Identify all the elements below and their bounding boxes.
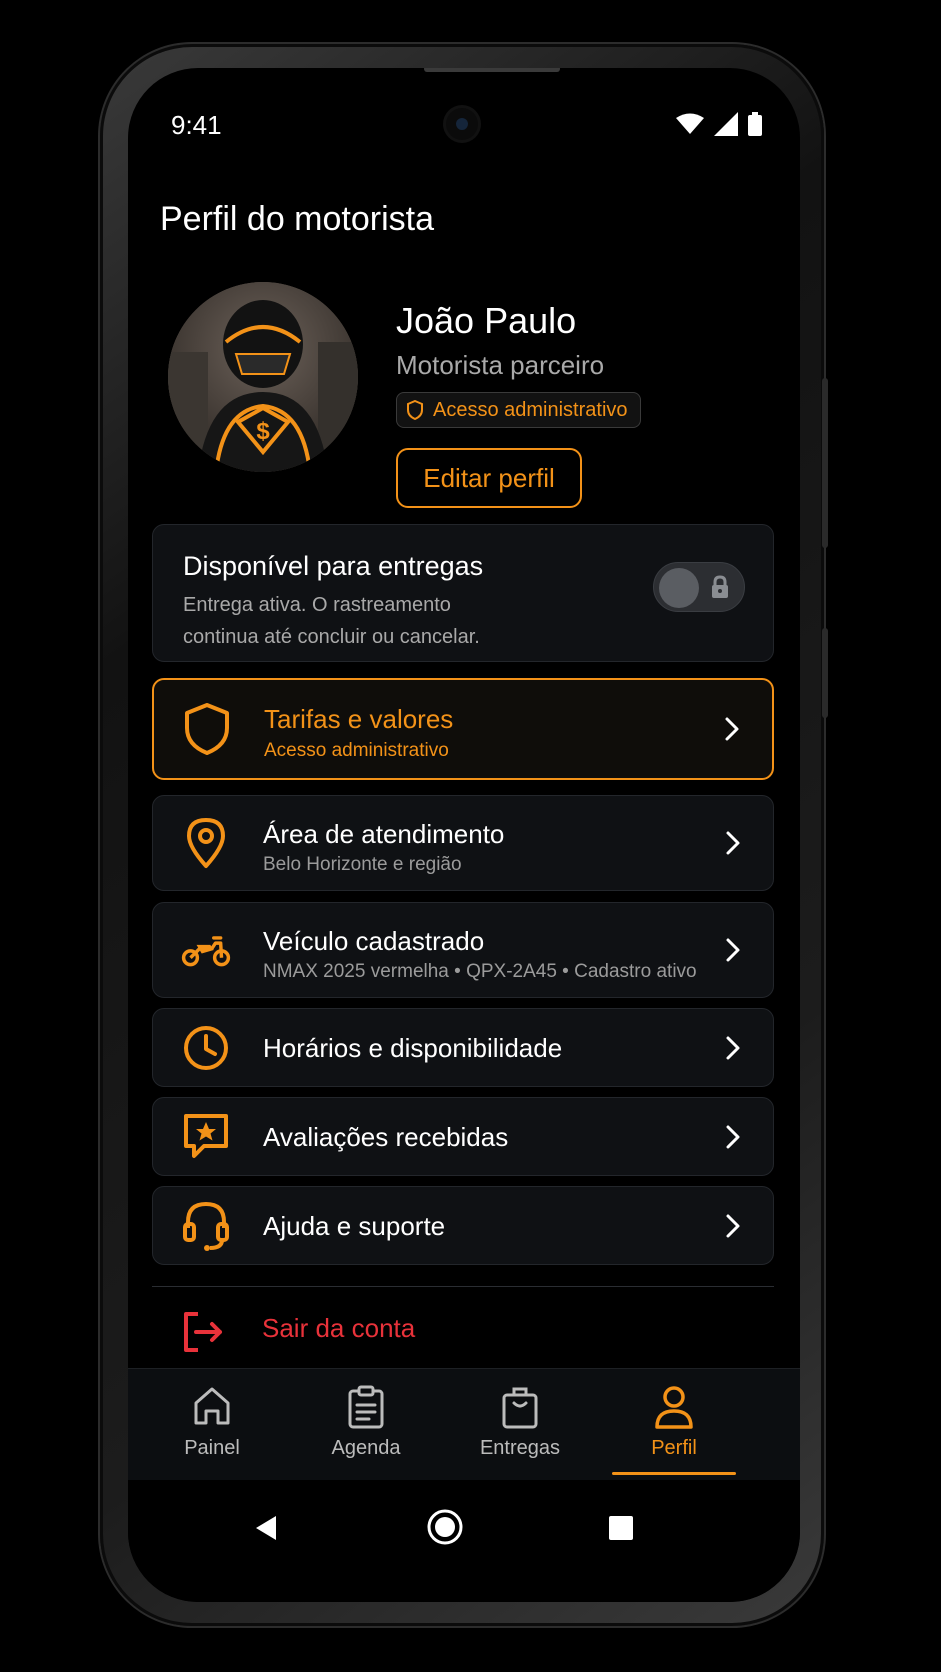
front-camera [446, 108, 478, 140]
menu-item-tarifas[interactable]: Tarifas e valores Acesso administrativo [152, 678, 774, 780]
active-tab-indicator [612, 1472, 736, 1475]
headset-icon [181, 1201, 231, 1251]
availability-card: Disponível para entregas Entrega ativa. … [152, 524, 774, 662]
power-button [822, 628, 828, 718]
nav-item-agenda[interactable]: Agenda [282, 1369, 450, 1481]
clock-icon [181, 1023, 231, 1073]
menu-item-area[interactable]: Área de atendimento Belo Horizonte e reg… [152, 795, 774, 891]
phone-frame: 9:41 Perfil do motorista $ João Paulo Mo… [100, 44, 828, 1626]
page-title: Perfil do motorista [160, 200, 434, 238]
chevron-right-icon [725, 717, 739, 741]
availability-subtitle: Entrega ativa. O rastreamento continua a… [183, 594, 480, 648]
menu-item-avaliacoes[interactable]: Avaliações recebidas [152, 1097, 774, 1176]
battery-icon [748, 112, 762, 136]
profile-name: João Paulo [396, 300, 577, 341]
earpiece [424, 68, 560, 72]
clipboard-icon [348, 1385, 384, 1429]
bottom-nav: Painel Agenda Entregas Perfil [128, 1368, 800, 1481]
menu-item-subtitle: Belo Horizonte e região [263, 854, 462, 875]
menu-item-ajuda[interactable]: Ajuda e suporte [152, 1186, 774, 1265]
chevron-right-icon [726, 1036, 740, 1059]
status-icons [676, 112, 762, 136]
nav-label: Entregas [479, 1437, 561, 1459]
volume-button [822, 378, 828, 548]
divider [152, 1286, 774, 1287]
logout-icon [184, 1312, 222, 1352]
toggle-knob [659, 568, 699, 608]
screen: 9:41 Perfil do motorista $ João Paulo Mo… [128, 68, 800, 1602]
profile-role: Motorista parceiro [396, 350, 605, 380]
menu-item-title: Veículo cadastrado [263, 926, 485, 956]
star-message-icon [181, 1112, 231, 1162]
admin-badge: Acesso administrativo [396, 392, 641, 428]
home-circle-icon[interactable] [426, 1508, 464, 1546]
menu-item-subtitle: Acesso administrativo [264, 740, 449, 761]
chevron-right-icon [726, 938, 740, 962]
availability-toggle[interactable] [653, 562, 745, 612]
admin-badge-label: Acesso administrativo [433, 398, 628, 421]
wifi-icon [676, 113, 704, 134]
menu-item-veiculo[interactable]: Veículo cadastrado NMAX 2025 vermelha • … [152, 902, 774, 998]
logout-button[interactable]: Sair da conta [152, 1298, 774, 1362]
home-icon [194, 1387, 230, 1425]
status-time: 9:41 [171, 110, 222, 140]
nav-label: Painel [184, 1437, 240, 1459]
edit-profile-button[interactable]: Editar perfil [396, 448, 582, 508]
menu-item-title: Ajuda e suporte [263, 1211, 446, 1241]
menu-item-title: Avaliações recebidas [263, 1122, 509, 1152]
signal-icon [714, 112, 738, 136]
svg-text:$: $ [256, 418, 270, 445]
location-pin-icon [181, 818, 231, 868]
menu-item-title: Área de atendimento [263, 819, 505, 849]
availability-title: Disponível para entregas [183, 551, 484, 581]
nav-label: Agenda [331, 1437, 401, 1459]
avatar: $ [168, 282, 358, 472]
nav-item-perfil[interactable]: Perfil [590, 1369, 758, 1481]
recents-icon[interactable] [608, 1515, 634, 1541]
shield-icon [182, 703, 232, 755]
shield-icon [407, 400, 423, 420]
lock-icon [712, 575, 728, 598]
nav-item-entregas[interactable]: Entregas [436, 1369, 604, 1481]
logout-label: Sair da conta [262, 1313, 416, 1343]
nav-label: Perfil [651, 1437, 697, 1459]
motorcycle-icon [181, 925, 231, 975]
nav-item-painel[interactable]: Painel [128, 1369, 296, 1481]
chevron-right-icon [726, 1214, 740, 1237]
menu-item-subtitle: NMAX 2025 vermelha • QPX-2A45 • Cadastro… [263, 961, 697, 982]
menu-item-title: Horários e disponibilidade [263, 1033, 563, 1063]
user-icon [655, 1386, 693, 1429]
menu-item-horarios[interactable]: Horários e disponibilidade [152, 1008, 774, 1087]
bag-icon [502, 1387, 538, 1429]
menu-item-title: Tarifas e valores [264, 704, 454, 734]
system-nav-bar [128, 1480, 800, 1602]
back-icon[interactable] [254, 1514, 278, 1542]
chevron-right-icon [726, 831, 740, 855]
chevron-right-icon [726, 1125, 740, 1148]
